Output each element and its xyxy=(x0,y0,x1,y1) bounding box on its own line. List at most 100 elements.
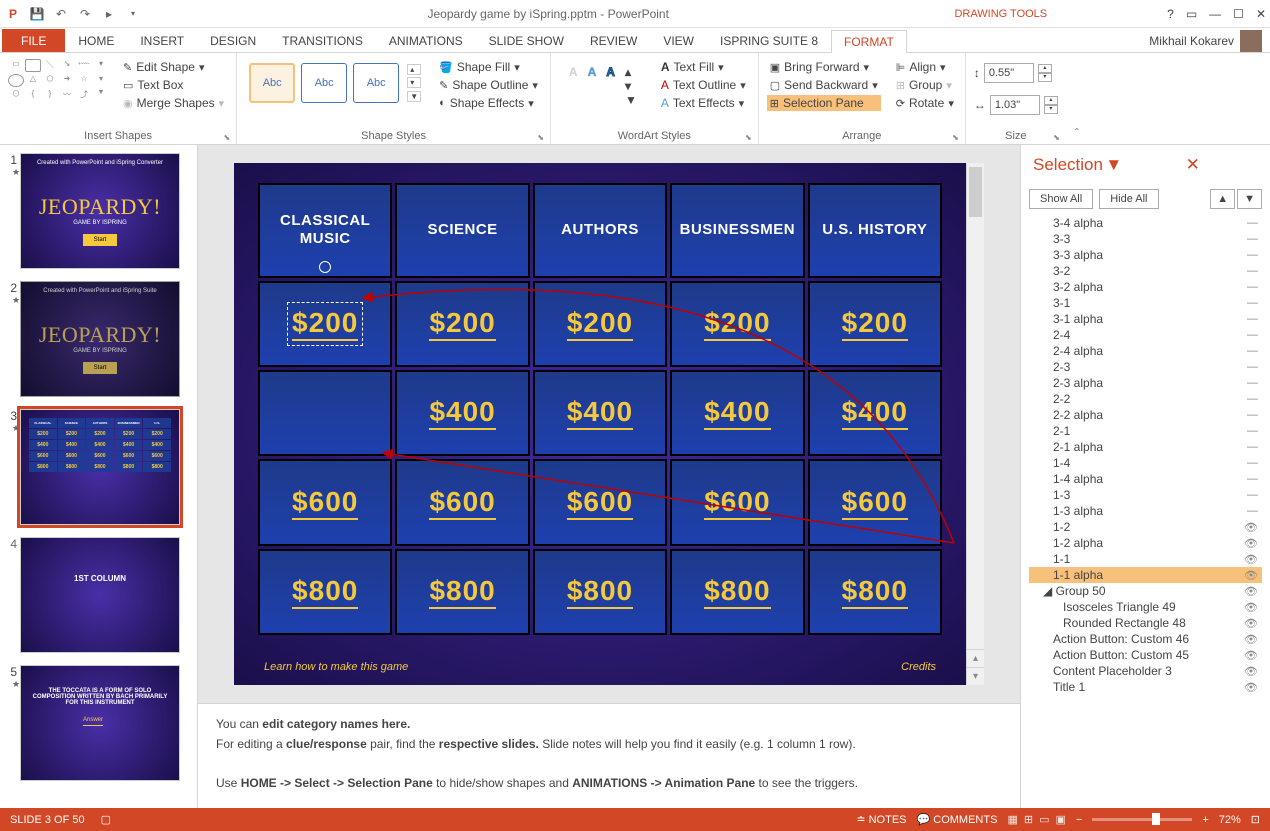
value-cell[interactable]: $600 xyxy=(395,459,529,545)
close-icon[interactable]: ✕ xyxy=(1256,7,1266,21)
text-box-button[interactable]: ▭ Text Box xyxy=(119,77,228,93)
selection-item[interactable]: Content Placeholder 3👁 xyxy=(1029,663,1262,679)
width-spinner[interactable]: ▴▾ xyxy=(1044,96,1058,114)
selection-item[interactable]: 1-2 alpha👁 xyxy=(1029,535,1262,551)
close-pane-icon[interactable]: ✕ xyxy=(1186,155,1258,175)
thumbnail-1[interactable]: 1★ Created with PowerPoint and iSpring C… xyxy=(4,153,193,269)
selection-pane-button[interactable]: ⊞ Selection Pane xyxy=(767,95,881,111)
shape-outline-button[interactable]: ✎ Shape Outline ▾ xyxy=(435,77,542,93)
value-cell[interactable]: $200 xyxy=(395,281,529,367)
value-cell[interactable]: $200 xyxy=(670,281,804,367)
value-cell[interactable]: $800 xyxy=(258,549,392,635)
tab-file[interactable]: FILE xyxy=(2,29,65,52)
zoom-in-icon[interactable]: + xyxy=(1202,814,1208,826)
style-swatch-2[interactable]: Abc xyxy=(301,63,347,103)
value-cell[interactable]: $800 xyxy=(395,549,529,635)
learn-link[interactable]: Learn how to make this game xyxy=(264,661,408,673)
category-cell[interactable]: AUTHORS xyxy=(533,183,667,278)
spell-check-icon[interactable]: ▢ xyxy=(101,813,111,826)
value-cell[interactable]: $800 xyxy=(808,549,942,635)
selection-item[interactable]: ◢ Group 50👁 xyxy=(1029,583,1262,599)
notes-pane[interactable]: You can edit category names here. For ed… xyxy=(198,703,1020,808)
value-cell[interactable]: $400 xyxy=(533,370,667,456)
collapse-ribbon-icon[interactable]: ˆ xyxy=(1066,53,1088,144)
move-down-button[interactable]: ▼ xyxy=(1237,189,1262,209)
zoom-slider[interactable] xyxy=(1092,818,1192,821)
selection-item[interactable]: 3-2 alpha— xyxy=(1029,279,1262,295)
selection-item[interactable]: 1-3— xyxy=(1029,487,1262,503)
selection-item[interactable]: 2-4 alpha— xyxy=(1029,343,1262,359)
next-slide-icon[interactable]: ▾ xyxy=(967,667,984,685)
wordart-style-2[interactable]: A xyxy=(588,65,597,107)
selection-item[interactable]: Title 1👁 xyxy=(1029,679,1262,695)
selection-item[interactable]: 2-1— xyxy=(1029,423,1262,439)
tab-review[interactable]: REVIEW xyxy=(577,29,650,52)
selection-item[interactable]: 2-1 alpha— xyxy=(1029,439,1262,455)
width-input[interactable] xyxy=(990,95,1040,115)
value-cell[interactable]: $600 xyxy=(533,459,667,545)
selection-item[interactable]: 3-1— xyxy=(1029,295,1262,311)
zoom-out-icon[interactable]: − xyxy=(1076,814,1082,826)
tab-ispring[interactable]: ISPRING SUITE 8 xyxy=(707,29,831,52)
selection-item[interactable]: 1-4 alpha— xyxy=(1029,471,1262,487)
tab-animations[interactable]: ANIMATIONS xyxy=(376,29,476,52)
value-cell[interactable]: $400 xyxy=(670,370,804,456)
value-cell[interactable]: $600 xyxy=(808,459,942,545)
wordart-style-1[interactable]: A xyxy=(569,65,578,107)
wordart-gallery[interactable]: A A A ▴▾▼ xyxy=(559,59,647,113)
selection-item[interactable]: 2-2— xyxy=(1029,391,1262,407)
selection-item[interactable]: 3-4 alpha— xyxy=(1029,215,1262,231)
slide-canvas[interactable]: CLASSICAL MUSICSCIENCEAUTHORSBUSINESSMEN… xyxy=(234,163,966,685)
selection-item[interactable]: 1-3 alpha— xyxy=(1029,503,1262,519)
selection-item[interactable]: 2-3— xyxy=(1029,359,1262,375)
value-cell[interactable]: $400 xyxy=(258,370,392,456)
selection-item[interactable]: 3-3 alpha— xyxy=(1029,247,1262,263)
show-all-button[interactable]: Show All xyxy=(1029,189,1093,209)
save-icon[interactable]: 💾 xyxy=(28,5,46,23)
selection-item[interactable]: Rounded Rectangle 48👁 xyxy=(1029,615,1262,631)
ribbon-display-icon[interactable]: ▭ xyxy=(1186,7,1197,21)
reading-view-icon[interactable]: ▭ xyxy=(1039,813,1049,826)
start-from-beginning-icon[interactable]: ▸ xyxy=(100,5,118,23)
height-spinner[interactable]: ▴▾ xyxy=(1038,64,1052,82)
qat-dropdown-icon[interactable]: ▾ xyxy=(124,5,142,23)
thumbnail-5[interactable]: 5★ THE TOCCATA IS A FORM OF SOLO COMPOSI… xyxy=(4,665,193,781)
credits-link[interactable]: Credits xyxy=(901,661,936,673)
value-cell[interactable]: $200 xyxy=(533,281,667,367)
selection-item[interactable]: 1-1👁 xyxy=(1029,551,1262,567)
send-backward-button[interactable]: ▢ Send Backward ▾ xyxy=(767,77,881,93)
tab-view[interactable]: VIEW xyxy=(650,29,707,52)
thumbnail-2[interactable]: 2★ Created with PowerPoint and iSpring S… xyxy=(4,281,193,397)
shapes-gallery[interactable]: ▭＼↘⬳▾ △⬠➜☆▾ ⬡{}〰⤴▼ xyxy=(8,59,109,103)
sorter-view-icon[interactable]: ⊞ xyxy=(1024,813,1033,826)
notes-toggle[interactable]: ≐ NOTES xyxy=(856,813,906,826)
normal-view-icon[interactable]: ▦ xyxy=(1007,813,1017,826)
selection-item[interactable]: 3-3— xyxy=(1029,231,1262,247)
user-account[interactable]: Mikhail Kokarev xyxy=(1141,30,1270,52)
selection-item[interactable]: 1-2👁 xyxy=(1029,519,1262,535)
thumbnail-3[interactable]: 3★ CLASSICALSCIENCEAUTHORSBUSINESSMENU.S… xyxy=(4,409,193,525)
text-effects-button[interactable]: A Text Effects ▾ xyxy=(657,95,750,111)
hide-all-button[interactable]: Hide All xyxy=(1099,189,1158,209)
style-swatch-3[interactable]: Abc xyxy=(353,63,399,103)
merge-shapes-button[interactable]: ◉ Merge Shapes ▾ xyxy=(119,95,228,111)
fit-to-window-icon[interactable]: ⊡ xyxy=(1251,813,1260,826)
category-cell[interactable]: U.S. HISTORY xyxy=(808,183,942,278)
zoom-level[interactable]: 72% xyxy=(1219,814,1241,826)
slide-indicator[interactable]: SLIDE 3 OF 50 xyxy=(10,814,85,826)
wordart-style-3[interactable]: A xyxy=(606,65,615,107)
shape-fill-button[interactable]: 🪣 Shape Fill ▾ xyxy=(435,59,542,75)
text-fill-button[interactable]: A Text Fill ▾ xyxy=(657,59,750,75)
help-icon[interactable]: ? xyxy=(1167,7,1174,21)
tab-format[interactable]: FORMAT xyxy=(831,30,907,53)
tab-design[interactable]: DESIGN xyxy=(197,29,269,52)
minimize-icon[interactable]: — xyxy=(1209,7,1221,21)
value-cell[interactable]: $800 xyxy=(533,549,667,635)
tab-slideshow[interactable]: SLIDE SHOW xyxy=(476,29,577,52)
selection-item[interactable]: 3-1 alpha— xyxy=(1029,311,1262,327)
text-outline-button[interactable]: A Text Outline ▾ xyxy=(657,77,750,93)
selection-item[interactable]: Isosceles Triangle 49👁 xyxy=(1029,599,1262,615)
tab-home[interactable]: HOME xyxy=(65,29,127,52)
value-cell[interactable]: $200 xyxy=(258,281,392,367)
tab-insert[interactable]: INSERT xyxy=(127,29,197,52)
